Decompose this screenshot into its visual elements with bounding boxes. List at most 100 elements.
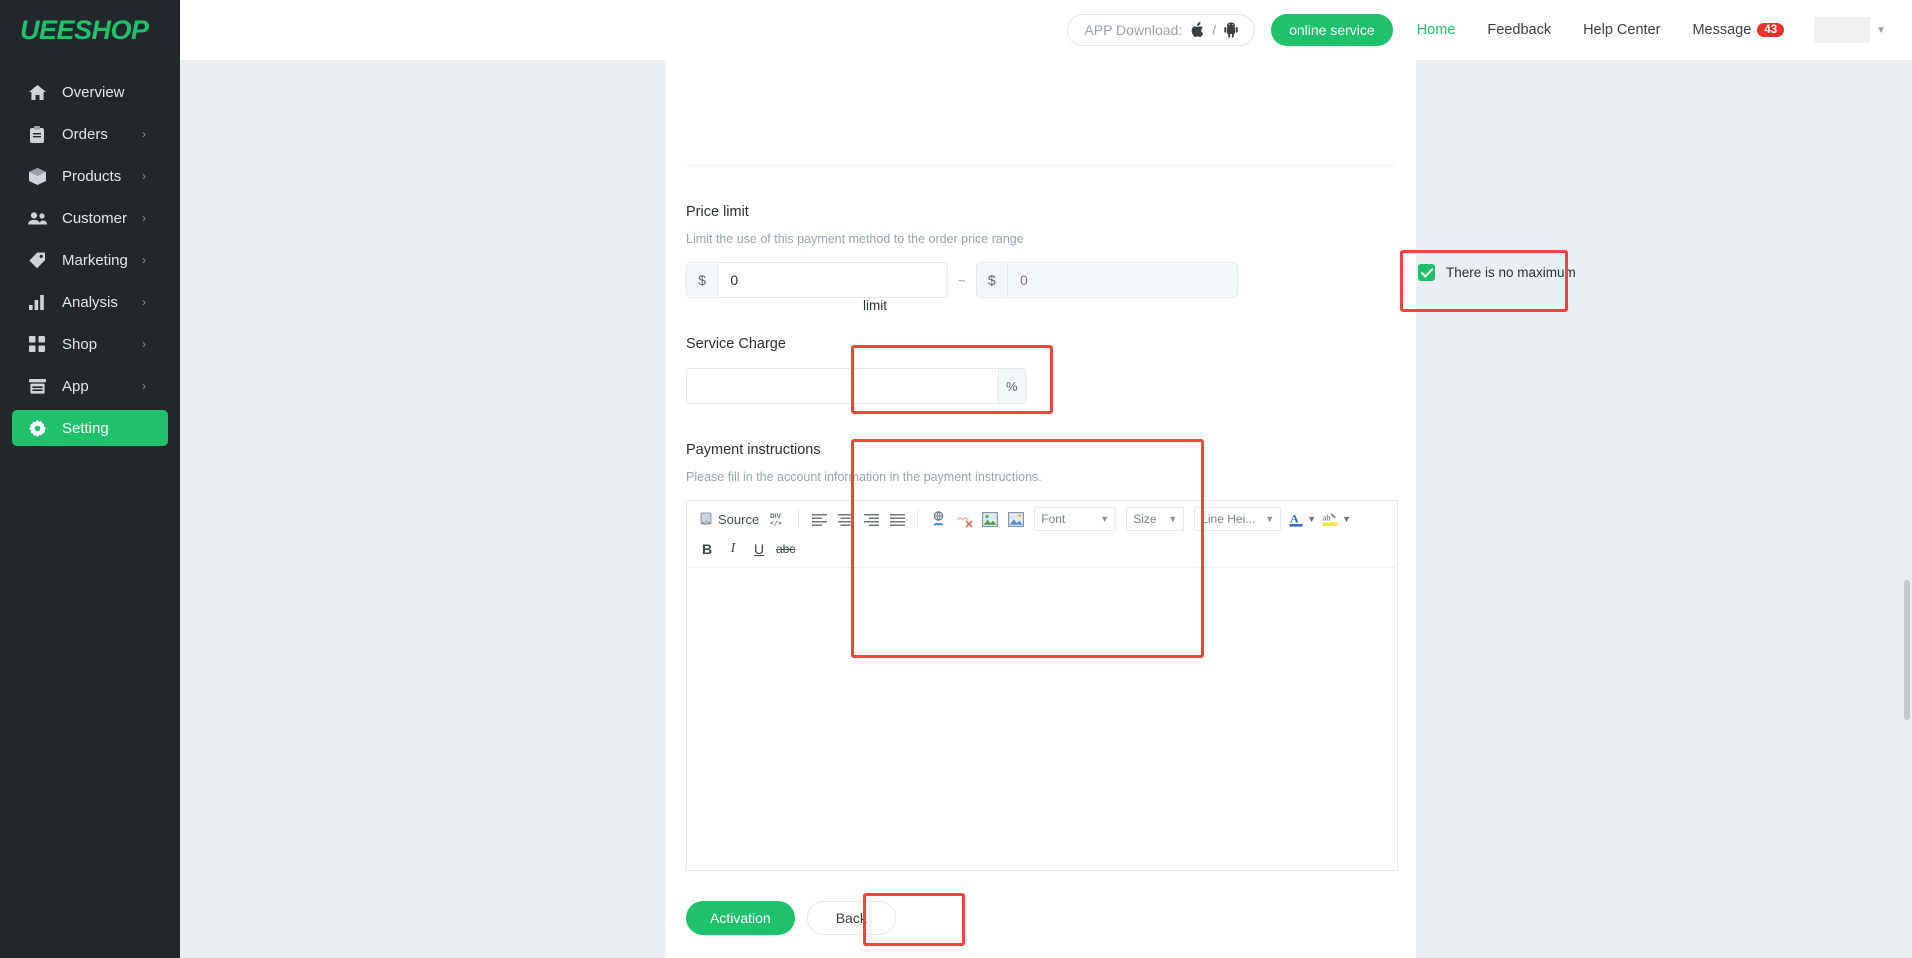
- sidebar-item-analysis[interactable]: Analysis ›: [12, 284, 168, 320]
- sidebar-item-label: Shop: [62, 335, 98, 353]
- source-code-icon: </>: [700, 512, 712, 527]
- price-limit-subtitle: Limit the use of this payment method to …: [686, 232, 1024, 246]
- align-center-button[interactable]: [833, 507, 857, 531]
- editor-content-area[interactable]: [687, 568, 1397, 870]
- svg-text:</>: </>: [702, 521, 711, 527]
- div-container-button[interactable]: DIV </>: [766, 507, 790, 531]
- price-limit-row: $ ~ $: [686, 262, 1396, 298]
- sidebar-item-app[interactable]: App ›: [12, 368, 168, 404]
- sidebar-item-setting[interactable]: Setting: [12, 410, 168, 446]
- line-height-select-value: Line Hei...: [1201, 512, 1256, 526]
- sidebar-item-orders[interactable]: Orders ›: [12, 116, 168, 152]
- svg-text:</>: </>: [770, 519, 782, 527]
- editor-toolbar-row-2: B I U abc: [695, 537, 1389, 561]
- service-charge-row: %: [686, 368, 1396, 404]
- main-area: APP Download: / online service Home Feed…: [180, 0, 1912, 958]
- chevron-right-icon: ›: [142, 127, 146, 141]
- sidebar-item-customer[interactable]: Customer ›: [12, 200, 168, 236]
- source-button[interactable]: </> Source: [695, 507, 764, 531]
- topnav-link-home[interactable]: Home: [1417, 22, 1456, 38]
- activation-button[interactable]: Activation: [686, 901, 795, 935]
- price-min-input[interactable]: [718, 263, 947, 297]
- app-download-widget[interactable]: APP Download: /: [1067, 14, 1256, 46]
- editor-toolbar-row-1: </> Source DIV </> Font ▼ Size ▼ Line He…: [695, 507, 1389, 531]
- users-icon: [26, 209, 48, 227]
- chevron-down-icon: ▼: [1100, 514, 1110, 524]
- sidebar-item-label: Customer: [62, 209, 128, 227]
- separator-label: /: [1212, 22, 1217, 38]
- percent-symbol-icon: %: [997, 369, 1025, 403]
- price-max-group[interactable]: $: [975, 262, 1238, 298]
- size-select-value: Size: [1133, 512, 1157, 526]
- underline-button[interactable]: U: [747, 537, 771, 561]
- image-manager-icon[interactable]: [1004, 507, 1028, 531]
- no-maximum-label-wrap: limit: [863, 298, 887, 313]
- chevron-right-icon: ›: [142, 253, 146, 267]
- sidebar-nav: Overview Orders › Products › Customer › …: [0, 74, 180, 446]
- app-root: UEESHOP Overview Orders › Products › Cus…: [0, 0, 1912, 958]
- bold-button[interactable]: B: [695, 537, 719, 561]
- topnav-link-message[interactable]: Message 43: [1692, 22, 1785, 38]
- apple-icon[interactable]: [1190, 22, 1204, 38]
- font-select-value: Font: [1041, 512, 1066, 526]
- service-charge-group[interactable]: %: [686, 368, 1026, 404]
- gear-icon: [26, 419, 48, 437]
- insert-image-icon[interactable]: [978, 507, 1002, 531]
- sidebar-item-shop[interactable]: Shop ›: [12, 326, 168, 362]
- currency-symbol-icon: $: [687, 263, 719, 297]
- back-button[interactable]: Back: [806, 901, 896, 935]
- toolbar-separator: [917, 510, 919, 528]
- highlight-icon: ab: [1322, 512, 1338, 526]
- price-min-group[interactable]: $: [686, 262, 948, 298]
- topnav-link-feedback[interactable]: Feedback: [1487, 22, 1551, 38]
- chevron-right-icon: ›: [142, 295, 146, 309]
- check-icon: [1420, 267, 1433, 277]
- sidebar-item-label: Orders: [62, 125, 108, 143]
- sidebar: UEESHOP Overview Orders › Products › Cus…: [0, 0, 180, 958]
- user-menu[interactable]: ▼: [1814, 17, 1886, 43]
- unlink-icon[interactable]: [952, 507, 976, 531]
- sidebar-item-label: Products: [62, 167, 122, 185]
- strikethrough-button[interactable]: abc: [773, 537, 798, 561]
- no-maximum-limit-checkbox-row[interactable]: There is no maximum: [1402, 252, 1592, 293]
- sidebar-item-marketing[interactable]: Marketing ›: [12, 242, 168, 278]
- insert-link-icon[interactable]: [926, 507, 950, 531]
- source-label: Source: [718, 511, 760, 527]
- content-scrollbar[interactable]: [1904, 580, 1910, 720]
- android-icon[interactable]: [1224, 22, 1238, 38]
- brand-logo[interactable]: UEESHOP: [0, 0, 180, 60]
- text-color-button[interactable]: A ▼: [1287, 511, 1318, 528]
- size-select[interactable]: Size ▼: [1126, 507, 1185, 531]
- italic-button[interactable]: I: [721, 537, 745, 561]
- font-select[interactable]: Font ▼: [1034, 507, 1117, 531]
- user-avatar-placeholder: [1814, 17, 1871, 43]
- topnav-link-help-center[interactable]: Help Center: [1583, 22, 1660, 38]
- align-justify-button[interactable]: [885, 507, 909, 531]
- align-right-button[interactable]: [859, 507, 883, 531]
- toolbar-separator: [798, 510, 800, 528]
- service-charge-input[interactable]: [687, 369, 998, 403]
- bold-label: B: [701, 541, 713, 557]
- chevron-right-icon: ›: [142, 211, 146, 225]
- svg-text:ab: ab: [1323, 512, 1331, 522]
- grid-icon: [26, 335, 48, 353]
- italic-label: I: [730, 541, 736, 556]
- sidebar-item-overview[interactable]: Overview: [12, 74, 168, 110]
- div-icon: DIV</>: [770, 513, 782, 527]
- home-icon: [26, 83, 48, 101]
- range-separator: ~: [958, 272, 966, 288]
- sidebar-item-products[interactable]: Products ›: [12, 158, 168, 194]
- price-max-input[interactable]: [1007, 263, 1237, 297]
- text-color-icon: A: [1289, 511, 1303, 527]
- rich-text-editor: </> Source DIV </> Font ▼ Size ▼ Line He…: [686, 500, 1398, 871]
- no-maximum-checkbox[interactable]: [1418, 264, 1435, 281]
- svg-text:A: A: [1290, 511, 1299, 525]
- line-height-select[interactable]: Line Hei... ▼: [1194, 507, 1282, 531]
- store-icon: [26, 377, 48, 395]
- highlight-color-button[interactable]: ab ▼: [1320, 511, 1353, 528]
- sidebar-item-label: Marketing: [62, 251, 128, 269]
- top-header: APP Download: / online service Home Feed…: [180, 0, 1912, 60]
- tag-icon: [26, 251, 48, 269]
- align-left-button[interactable]: [807, 507, 831, 531]
- online-service-button[interactable]: online service: [1271, 14, 1393, 46]
